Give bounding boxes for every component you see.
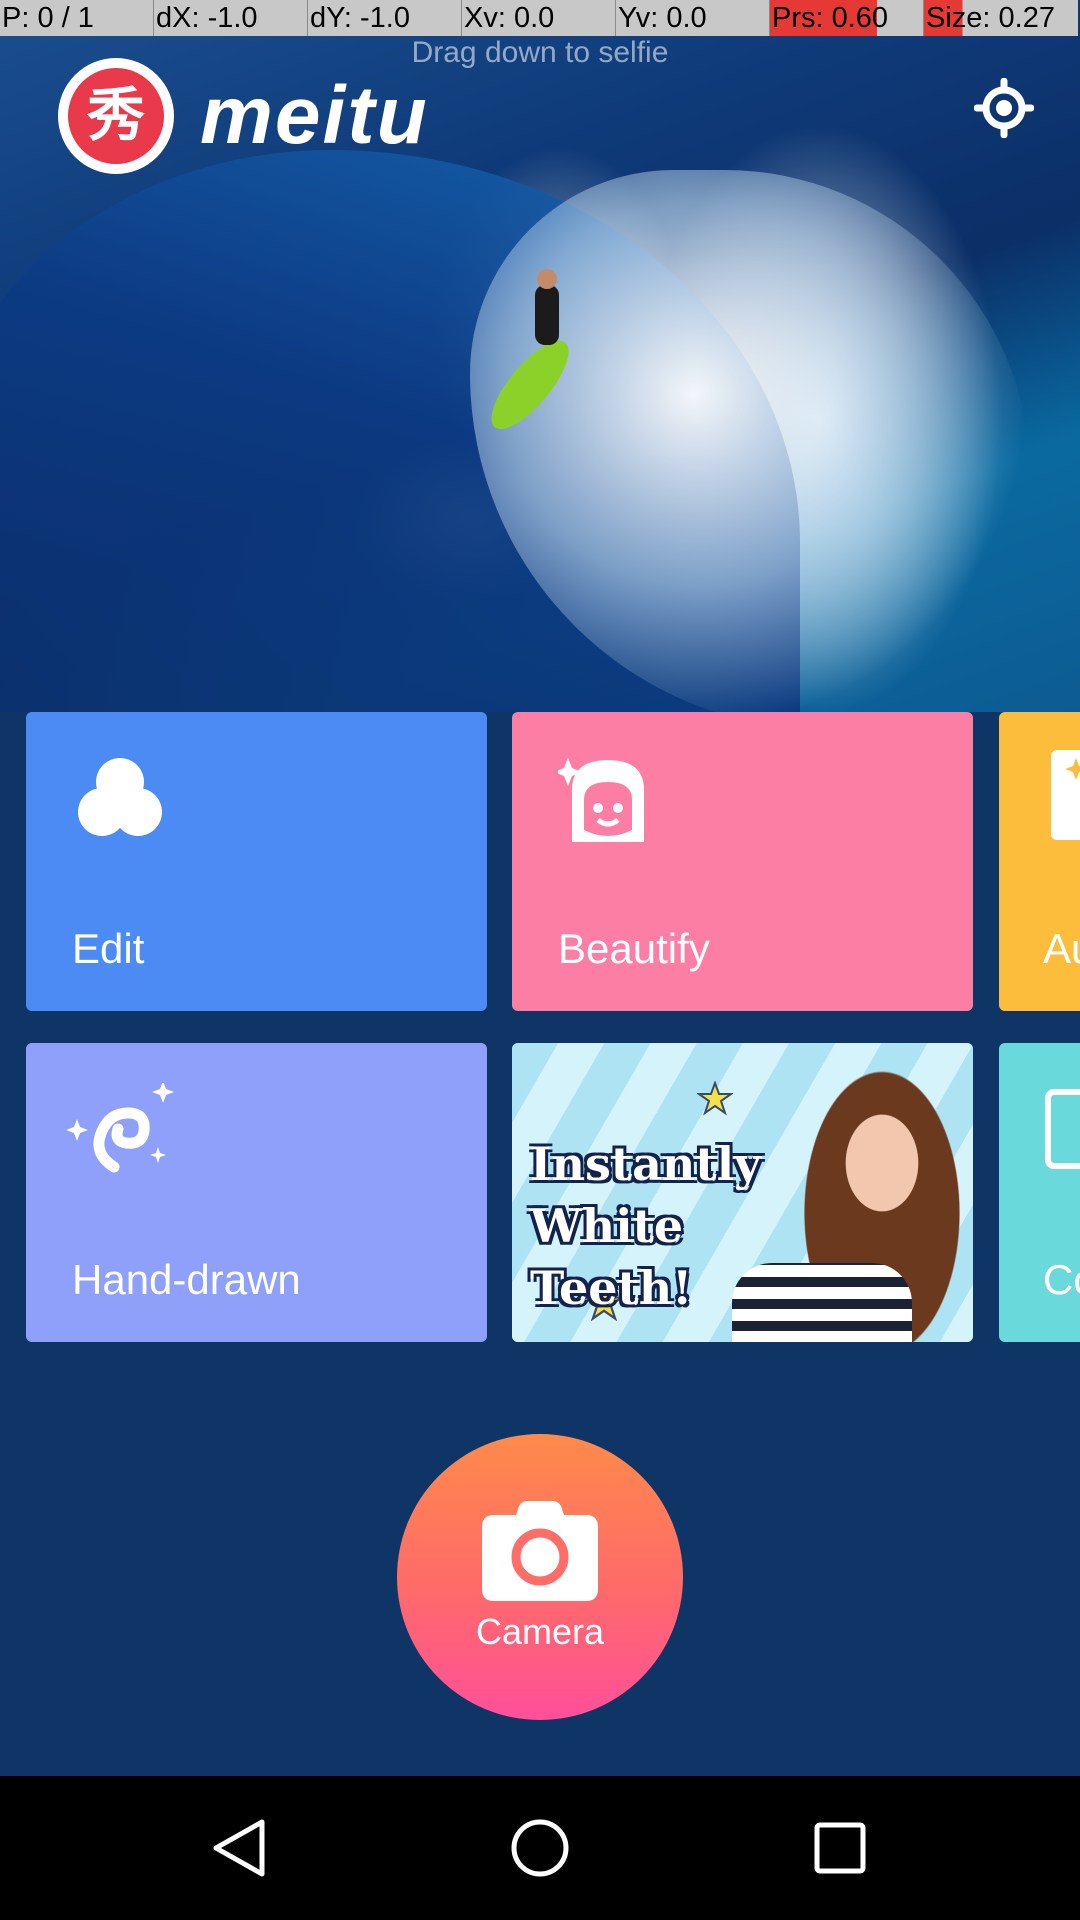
back-triangle-icon xyxy=(213,1819,265,1877)
face-sparkle-icon xyxy=(558,758,644,842)
document-sparkle-icon xyxy=(1051,750,1080,840)
debug-pointer: P: 0 / 1 xyxy=(0,0,154,36)
hand-drawn-label: Hand-drawn xyxy=(72,1256,301,1303)
recents-button[interactable] xyxy=(798,1806,882,1890)
edit-tile[interactable]: Edit xyxy=(26,712,487,1011)
star-icon xyxy=(697,1081,733,1116)
surfer-head xyxy=(537,269,557,289)
back-button[interactable] xyxy=(198,1806,282,1890)
debug-yv: Yv: 0.0 xyxy=(616,0,770,36)
camera-button[interactable]: Camera xyxy=(397,1434,683,1720)
system-nav-bar xyxy=(0,1776,1080,1920)
logo-badge: 秀 xyxy=(58,58,174,174)
teeth-whitening-promo[interactable]: Instantly White Teeth! xyxy=(512,1043,973,1342)
beautify-tile[interactable]: Beautify xyxy=(512,712,973,1011)
beautify-label: Beautify xyxy=(558,925,710,972)
camera-label: Camera xyxy=(475,1611,605,1652)
three-circles-icon xyxy=(78,758,162,836)
home-button[interactable] xyxy=(498,1806,582,1890)
recents-square-icon xyxy=(814,1822,866,1874)
camera-icon xyxy=(482,1501,598,1601)
logo-wordmark: meitu xyxy=(200,70,429,161)
home-circle-icon xyxy=(511,1819,569,1877)
debug-size: Size: 0.27 xyxy=(924,0,1078,36)
auto-tile[interactable]: Au xyxy=(999,712,1080,1011)
auto-label: Au xyxy=(1043,925,1080,972)
logo-char: 秀 xyxy=(68,68,164,164)
collage-tile[interactable]: Co xyxy=(999,1043,1080,1342)
collage-frame-icon xyxy=(1045,1089,1080,1169)
hand-drawn-swirl-icon xyxy=(66,1083,174,1173)
debug-xv: Xv: 0.0 xyxy=(462,0,616,36)
settings-gear-icon xyxy=(974,78,1034,138)
meitu-logo: 秀 meitu xyxy=(58,58,429,174)
debug-dx: dX: -1.0 xyxy=(154,0,308,36)
debug-dy: dY: -1.0 xyxy=(308,0,462,36)
pointer-debug-bar: P: 0 / 1 dX: -1.0 dY: -1.0 Xv: 0.0 Yv: 0… xyxy=(0,0,1080,36)
edit-label: Edit xyxy=(72,925,145,972)
surfer xyxy=(535,269,559,345)
settings-button[interactable] xyxy=(968,72,1040,144)
promo-headline: Instantly White Teeth! xyxy=(530,1137,761,1315)
debug-pressure: Prs: 0.60 xyxy=(770,0,924,36)
hand-drawn-tile[interactable]: Hand-drawn xyxy=(26,1043,487,1342)
collage-label: Co xyxy=(1043,1256,1080,1303)
